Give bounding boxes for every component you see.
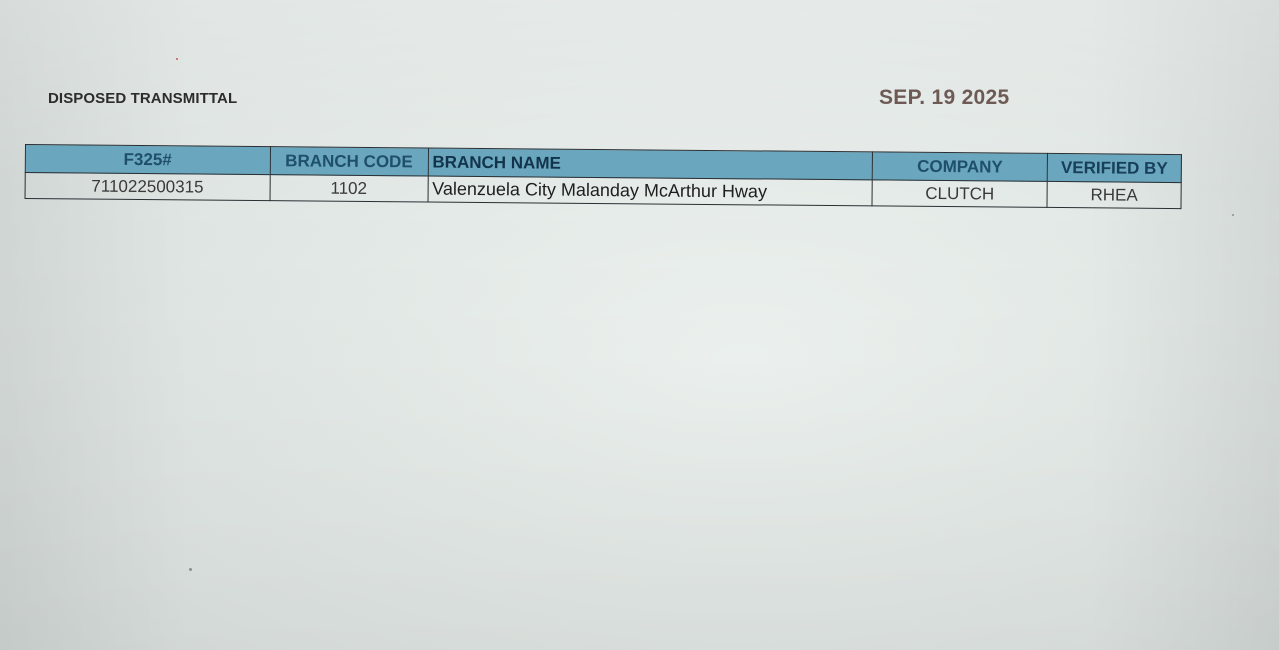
cell-f325-number: 711022500315 <box>25 172 270 201</box>
document-date: SEP. 19 2025 <box>879 86 1010 109</box>
column-header-company: COMPANY <box>872 151 1048 182</box>
document-title: DISPOSED TRANSMITTAL <box>48 90 238 107</box>
cell-company: CLUTCH <box>872 179 1048 208</box>
column-header-f325: F325# <box>25 144 271 175</box>
column-header-verified-by: VERIFIED BY <box>1047 153 1182 183</box>
column-header-branch-code: BRANCH CODE <box>269 146 429 177</box>
cell-verified-by: RHEA <box>1047 181 1182 209</box>
column-header-branch-name: BRANCH NAME <box>427 148 873 180</box>
transmittal-table: F325# BRANCH CODE BRANCH NAME COMPANY VE… <box>25 144 1182 209</box>
paper-speck <box>1232 214 1234 216</box>
paper-speck <box>189 568 192 571</box>
cell-branch-name: Valenzuela City Malanday McArthur Hway <box>427 176 873 206</box>
cell-branch-code: 1102 <box>269 174 428 203</box>
paper-speck <box>176 58 178 60</box>
